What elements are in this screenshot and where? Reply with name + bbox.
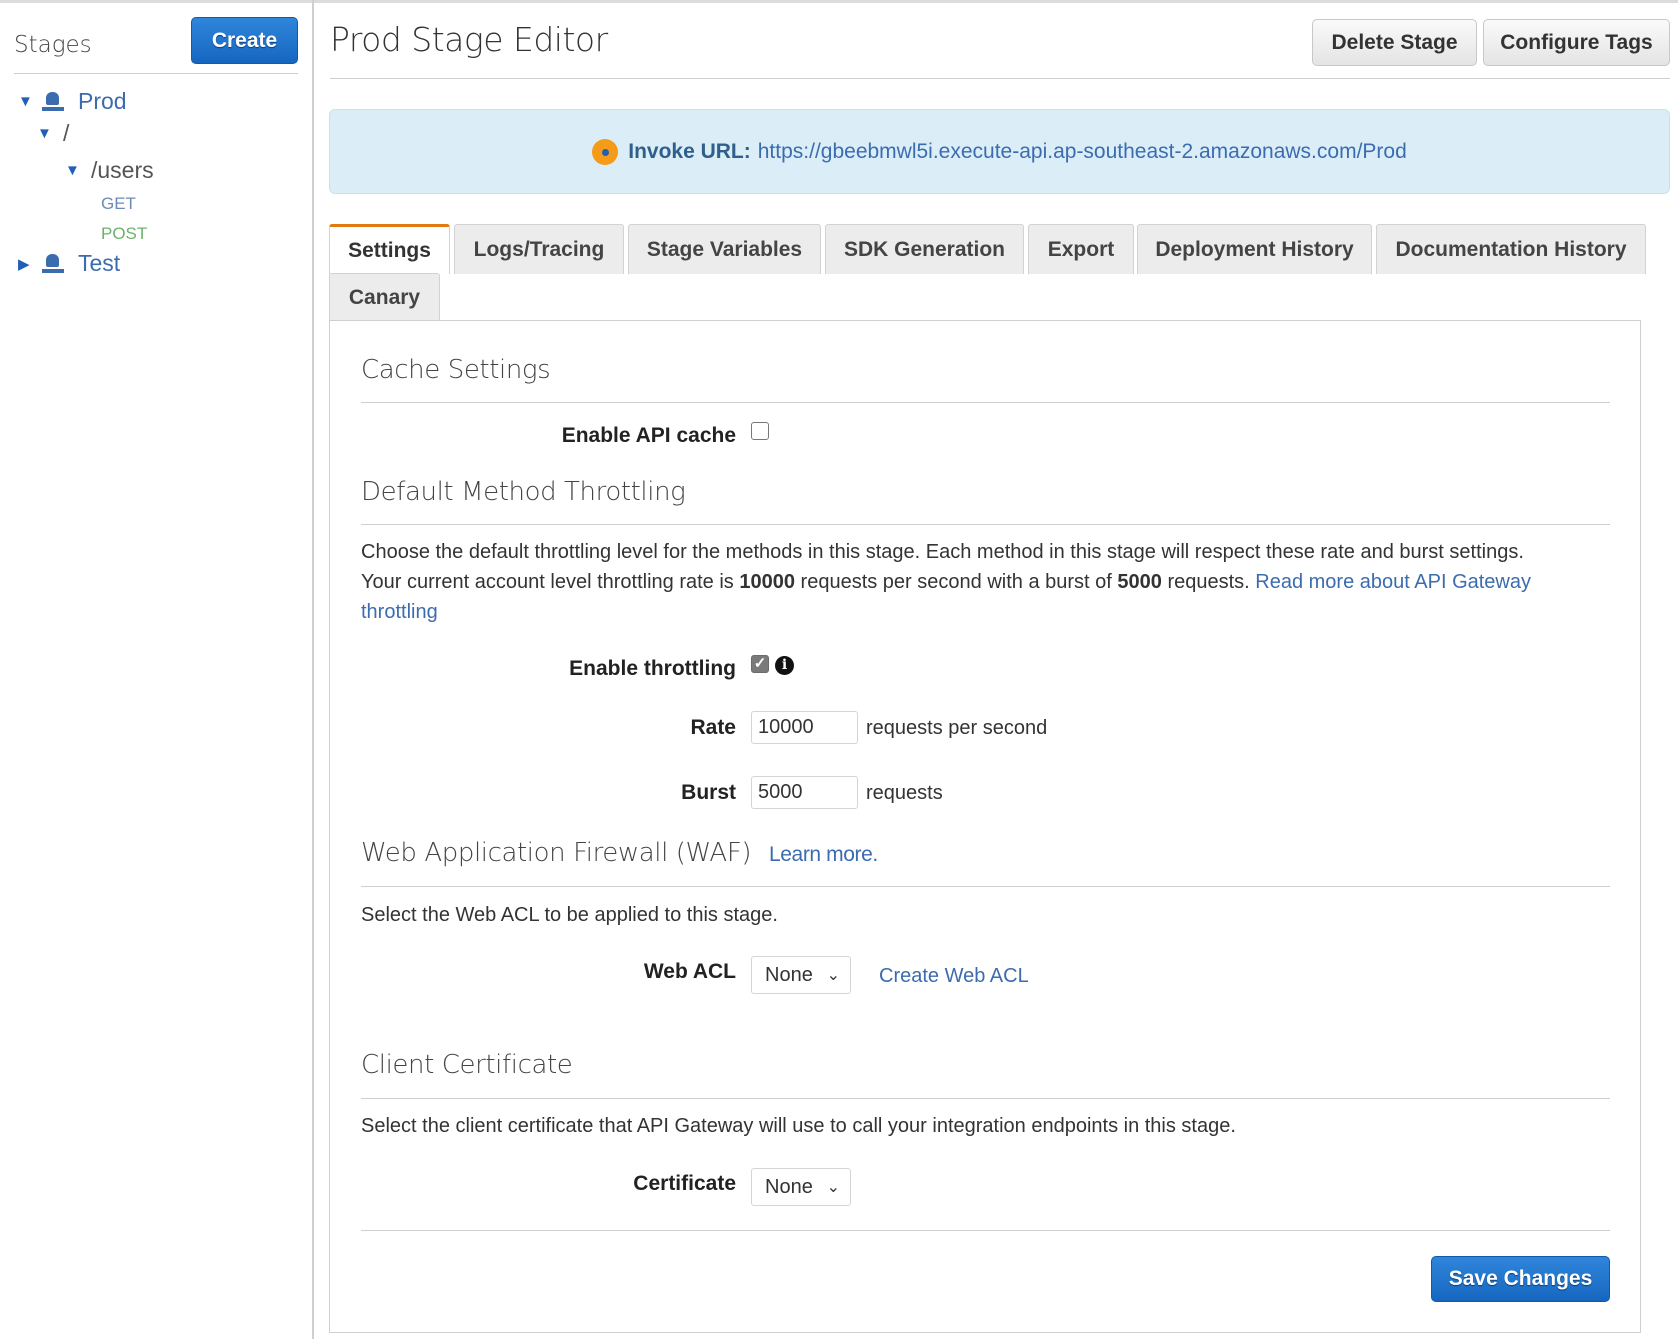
rate-label: Rate	[690, 716, 736, 739]
read-more-throttling-link[interactable]: Read more about API Gateway	[1255, 571, 1531, 593]
section-divider	[361, 402, 1610, 403]
desc-text: requests.	[1161, 571, 1256, 593]
tab-settings[interactable]: Settings	[329, 224, 450, 274]
info-icon[interactable]: i	[775, 656, 794, 675]
read-more-throttling-link-cont[interactable]: throttling	[361, 601, 438, 623]
tree-method-post[interactable]: POST	[101, 224, 147, 244]
section-divider	[361, 886, 1610, 887]
caret-down-icon[interactable]: ▼	[65, 162, 85, 179]
enable-api-cache-checkbox[interactable]	[751, 422, 769, 440]
invoke-url-banner: Invoke URL: https://gbeebmwl5i.execute-a…	[329, 109, 1670, 194]
tree-label-root: /	[63, 120, 70, 146]
settings-panel	[329, 320, 1641, 1333]
waf-heading-text: Web Application Firewall (WAF)	[361, 838, 752, 868]
tree-item-users[interactable]: ▼ /users	[65, 157, 154, 184]
create-web-acl-link[interactable]: Create Web ACL	[879, 965, 1029, 988]
chevron-down-icon: ⌄	[826, 1179, 840, 1196]
tree-label-test: Test	[78, 250, 121, 276]
tab-stage-variables[interactable]: Stage Variables	[628, 224, 821, 274]
enable-throttling-label: Enable throttling	[569, 657, 736, 680]
stage-icon	[42, 91, 64, 112]
web-acl-value: None	[765, 963, 813, 986]
page-title: Prod Stage Editor	[330, 20, 608, 59]
chevron-down-icon: ⌄	[826, 967, 840, 984]
rate-unit: requests per second	[866, 717, 1048, 739]
sidebar-title: Stages	[14, 32, 92, 58]
waf-learn-more-link[interactable]: Learn more.	[769, 843, 878, 866]
certificate-label: Certificate	[633, 1172, 736, 1195]
tree-label-prod: Prod	[78, 88, 127, 114]
throttling-heading: Default Method Throttling	[361, 477, 686, 507]
invoke-url-label: Invoke URL:	[628, 139, 751, 163]
caret-down-icon[interactable]: ▼	[37, 125, 57, 142]
certificate-description: Select the client certificate that API G…	[361, 1115, 1236, 1137]
certificate-select[interactable]: None ⌄	[751, 1168, 851, 1206]
enable-throttling-checkbox[interactable]: ✓	[751, 655, 769, 673]
tree-label-users: /users	[91, 157, 154, 183]
save-changes-button[interactable]: Save Changes	[1431, 1256, 1610, 1302]
desc-text: requests per second with a burst of	[794, 571, 1118, 593]
caret-right-icon[interactable]: ▶	[18, 255, 38, 273]
tree-method-get[interactable]: GET	[101, 194, 136, 214]
tab-export[interactable]: Export	[1028, 224, 1134, 274]
tab-sdk-generation[interactable]: SDK Generation	[825, 224, 1024, 274]
footer-divider	[361, 1230, 1610, 1231]
create-stage-button[interactable]: Create	[191, 17, 298, 64]
title-divider	[330, 78, 1670, 79]
web-acl-select[interactable]: None ⌄	[751, 956, 851, 994]
caret-down-icon[interactable]: ▼	[18, 93, 38, 110]
burst-label: Burst	[681, 781, 736, 804]
waf-heading: Web Application Firewall (WAF) Learn mor…	[361, 838, 878, 868]
stages-sidebar: Stages Create ▼ Prod ▼ / ▼ /users GET PO…	[0, 0, 314, 1339]
tree-item-prod[interactable]: ▼ Prod	[18, 88, 127, 115]
section-divider	[361, 1098, 1610, 1099]
throttling-description-line3: throttling	[361, 601, 438, 624]
burst-unit: requests	[866, 782, 943, 804]
desc-text: Your current account level throttling ra…	[361, 571, 740, 593]
account-burst-value: 5000	[1117, 571, 1162, 593]
client-certificate-heading: Client Certificate	[361, 1050, 573, 1080]
certificate-value: None	[765, 1175, 813, 1198]
burst-input[interactable]	[751, 776, 858, 809]
enable-api-cache-label: Enable API cache	[561, 424, 736, 447]
tree-item-root[interactable]: ▼ /	[37, 120, 69, 147]
tab-canary[interactable]: Canary	[329, 273, 440, 321]
tab-logs-tracing[interactable]: Logs/Tracing	[454, 224, 624, 274]
throttling-description-line2: Your current account level throttling ra…	[361, 571, 1531, 594]
web-acl-label: Web ACL	[643, 960, 736, 983]
tree-item-test[interactable]: ▶ Test	[18, 250, 120, 277]
sidebar-divider	[14, 73, 298, 74]
tab-documentation-history[interactable]: Documentation History	[1376, 224, 1646, 274]
waf-description: Select the Web ACL to be applied to this…	[361, 904, 778, 926]
tab-deployment-history[interactable]: Deployment History	[1137, 224, 1372, 274]
account-rate-value: 10000	[739, 571, 795, 593]
configure-tags-button[interactable]: Configure Tags	[1483, 19, 1670, 66]
section-divider	[361, 524, 1610, 525]
throttling-description-line1: Choose the default throttling level for …	[361, 541, 1524, 563]
cache-settings-heading: Cache Settings	[361, 355, 551, 385]
stage-icon	[42, 253, 64, 274]
invoke-status-icon	[592, 138, 619, 165]
rate-input[interactable]	[751, 711, 858, 744]
delete-stage-button[interactable]: Delete Stage	[1312, 19, 1477, 66]
invoke-url-link[interactable]: https://gbeebmwl5i.execute-api.ap-southe…	[758, 140, 1407, 164]
